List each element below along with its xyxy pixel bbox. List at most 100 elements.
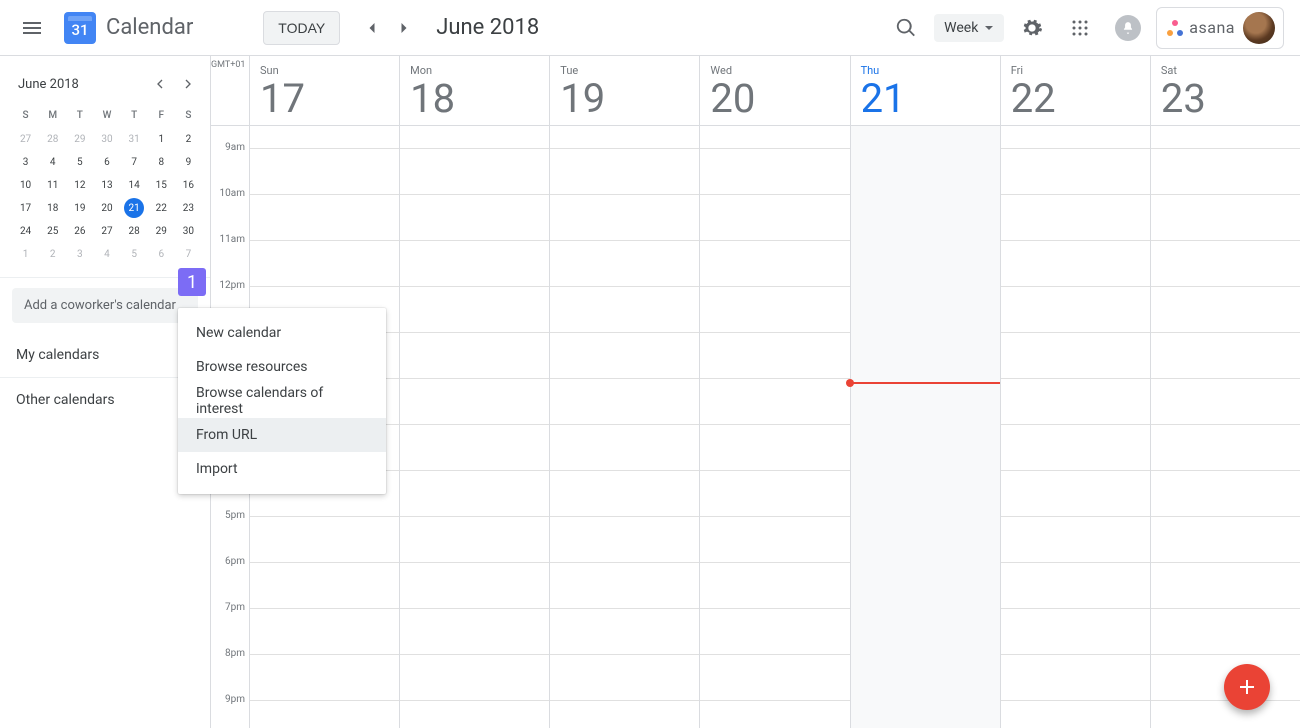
- day-column[interactable]: [1150, 126, 1300, 728]
- chevron-left-icon: [362, 18, 382, 38]
- mini-day-cell[interactable]: 29: [66, 129, 93, 150]
- days-grid[interactable]: [249, 126, 1300, 728]
- mini-day-cell[interactable]: 14: [121, 175, 148, 196]
- day-header[interactable]: Wed20: [699, 56, 849, 126]
- mini-day-cell[interactable]: 23: [175, 198, 202, 219]
- mini-day-cell[interactable]: 19: [66, 198, 93, 219]
- mini-day-cell[interactable]: 4: [39, 152, 66, 173]
- menu-item[interactable]: Browse resources: [178, 350, 386, 384]
- menu-button[interactable]: [8, 4, 56, 52]
- mini-day-cell[interactable]: 18: [39, 198, 66, 219]
- day-column[interactable]: [1000, 126, 1150, 728]
- day-header[interactable]: Mon18: [399, 56, 549, 126]
- day-header[interactable]: Fri22: [1000, 56, 1150, 126]
- menu-item[interactable]: New calendar: [178, 316, 386, 350]
- mini-day-cell[interactable]: 16: [175, 175, 202, 196]
- mini-day-cell[interactable]: 17: [12, 198, 39, 219]
- mini-day-cell[interactable]: 9: [175, 152, 202, 173]
- day-column[interactable]: [549, 126, 699, 728]
- mini-day-cell[interactable]: 22: [148, 198, 175, 219]
- settings-button[interactable]: [1012, 8, 1052, 48]
- day-column[interactable]: [699, 126, 849, 728]
- today-button[interactable]: TODAY: [263, 11, 340, 45]
- day-column[interactable]: [399, 126, 549, 728]
- mini-day-cell[interactable]: 29: [148, 221, 175, 242]
- next-week-button[interactable]: [388, 12, 420, 44]
- chevron-right-icon: [180, 76, 196, 92]
- user-avatar[interactable]: [1243, 12, 1275, 44]
- search-button[interactable]: [886, 8, 926, 48]
- add-calendar-menu: New calendarBrowse resourcesBrowse calen…: [178, 308, 386, 494]
- menu-item[interactable]: Browse calendars of interest: [178, 384, 386, 418]
- mini-day-cell[interactable]: 1: [148, 129, 175, 150]
- mini-day-cell[interactable]: 30: [175, 221, 202, 242]
- mini-day-cell[interactable]: 8: [148, 152, 175, 173]
- mini-day-cell[interactable]: 7: [121, 152, 148, 173]
- mini-day-cell[interactable]: 4: [93, 244, 120, 265]
- mini-month-title: June 2018: [18, 77, 148, 92]
- mini-day-cell[interactable]: 25: [39, 221, 66, 242]
- mini-prev-month[interactable]: [148, 72, 172, 96]
- mini-day-cell[interactable]: 3: [12, 152, 39, 173]
- day-header[interactable]: Sun17: [249, 56, 399, 126]
- mini-calendar[interactable]: SMTWTFS272829303112345678910111213141516…: [0, 100, 210, 277]
- menu-item[interactable]: From URL: [178, 418, 386, 452]
- hour-label: 10am: [211, 188, 245, 234]
- mini-day-cell[interactable]: 6: [93, 152, 120, 173]
- mini-day-cell[interactable]: 13: [93, 175, 120, 196]
- mini-day-cell[interactable]: 27: [12, 129, 39, 150]
- mini-day-cell[interactable]: 12: [66, 175, 93, 196]
- day-header[interactable]: Tue19: [549, 56, 699, 126]
- notifications-button[interactable]: [1108, 8, 1148, 48]
- mini-day-cell[interactable]: 11: [39, 175, 66, 196]
- hour-label: 9am: [211, 142, 245, 188]
- day-column[interactable]: [850, 126, 1000, 728]
- add-coworker-input[interactable]: Add a coworker's calendar: [12, 288, 198, 323]
- header-right: Week asana: [886, 7, 1292, 49]
- view-selector[interactable]: Week: [934, 14, 1004, 42]
- current-range-label: June 2018: [436, 15, 539, 40]
- mini-day-cell[interactable]: 2: [175, 129, 202, 150]
- gear-icon: [1021, 17, 1043, 39]
- mini-day-cell[interactable]: 5: [66, 152, 93, 173]
- mini-day-cell[interactable]: 7: [175, 244, 202, 265]
- mini-dow: M: [39, 104, 66, 127]
- mini-day-cell[interactable]: 30: [93, 129, 120, 150]
- mini-day-cell[interactable]: 24: [12, 221, 39, 242]
- mini-day-cell[interactable]: 6: [148, 244, 175, 265]
- asana-button[interactable]: asana: [1156, 7, 1284, 49]
- day-number: 22: [1011, 79, 1140, 119]
- mini-dow: F: [148, 104, 175, 127]
- mini-day-cell[interactable]: 1: [12, 244, 39, 265]
- asana-label: asana: [1189, 18, 1235, 37]
- logo-day: 31: [71, 21, 88, 39]
- mini-day-cell[interactable]: 26: [66, 221, 93, 242]
- day-header[interactable]: Sat23: [1150, 56, 1300, 126]
- mini-day-cell[interactable]: 3: [66, 244, 93, 265]
- annotation-badge-1: 1: [178, 268, 206, 296]
- apps-grid-icon: [1071, 19, 1089, 37]
- apps-button[interactable]: [1060, 8, 1100, 48]
- hour-label: 9pm: [211, 694, 245, 728]
- prev-week-button[interactable]: [356, 12, 388, 44]
- mini-day-cell[interactable]: 27: [93, 221, 120, 242]
- mini-day-cell[interactable]: 10: [12, 175, 39, 196]
- hour-label: 8pm: [211, 648, 245, 694]
- mini-day-cell[interactable]: 5: [121, 244, 148, 265]
- view-label: Week: [944, 20, 978, 36]
- mini-day-cell[interactable]: 28: [39, 129, 66, 150]
- menu-item[interactable]: Import: [178, 452, 386, 486]
- mini-next-month[interactable]: [176, 72, 200, 96]
- create-event-fab[interactable]: [1224, 664, 1270, 710]
- day-number: 23: [1161, 79, 1290, 119]
- day-header[interactable]: Thu21: [850, 56, 1000, 126]
- chevron-right-icon: [394, 18, 414, 38]
- mini-day-cell[interactable]: 15: [148, 175, 175, 196]
- hour-label: 11am: [211, 234, 245, 280]
- mini-day-cell[interactable]: 20: [93, 198, 120, 219]
- mini-day-cell[interactable]: 2: [39, 244, 66, 265]
- search-icon: [895, 17, 917, 39]
- mini-day-cell[interactable]: 28: [121, 221, 148, 242]
- mini-day-cell[interactable]: 21: [124, 198, 144, 218]
- mini-day-cell[interactable]: 31: [121, 129, 148, 150]
